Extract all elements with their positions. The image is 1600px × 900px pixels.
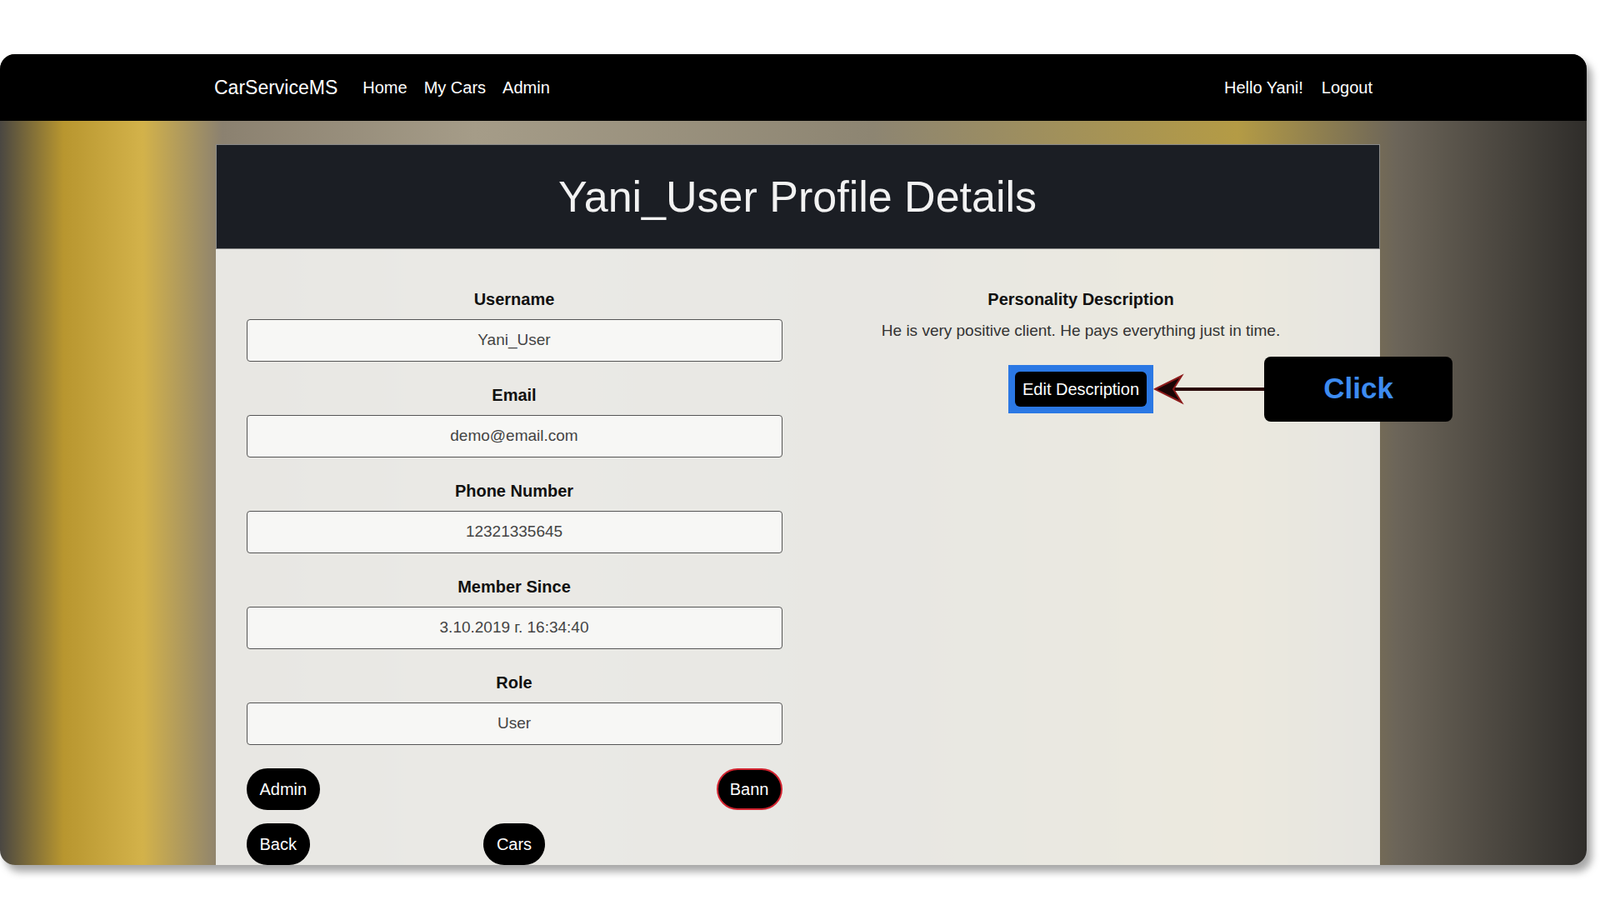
navbar-content: CarServiceMS Home My Cars Admin Hello Yani! L… xyxy=(214,54,1373,121)
field-label: Username xyxy=(246,289,783,310)
top-navbar: CarServiceMS Home My Cars Admin Hello Yani! L… xyxy=(0,54,1587,121)
back-button[interactable]: Back xyxy=(246,823,310,865)
page-title: Yani_User Profile Details xyxy=(558,170,1037,223)
button-row: Admin Bann xyxy=(246,768,783,810)
description-text: He is very positive client. He pays ever… xyxy=(782,319,1380,344)
field-label: Member Since xyxy=(246,576,783,597)
edit-highlight: Edit DescriptionClick xyxy=(1008,365,1154,414)
arrow-icon xyxy=(1153,372,1265,406)
user-area: Hello Yani! Logout xyxy=(1224,75,1373,100)
nav-link[interactable]: Admin xyxy=(502,75,550,100)
field-label: Email xyxy=(246,385,783,405)
panel-header: Yani_User Profile Details xyxy=(215,144,1380,250)
profile-fields: Username Email Phone Number Member Since Rol… xyxy=(246,289,783,865)
nav-link[interactable]: My Cars xyxy=(424,75,486,100)
field-input[interactable] xyxy=(246,606,783,650)
logout-link[interactable]: Logout xyxy=(1321,75,1373,100)
brand-link[interactable]: CarServiceMS xyxy=(214,73,338,103)
field-group: Member Since xyxy=(246,576,783,650)
field-input[interactable] xyxy=(246,702,783,745)
panel-body: Username Email Phone Number Member Since Rol… xyxy=(215,249,1380,865)
greeting-text: Hello Yani! xyxy=(1224,75,1304,100)
field-group: Username xyxy=(246,289,783,362)
field-input[interactable] xyxy=(246,319,783,362)
field-label: Role xyxy=(246,672,783,693)
nav-link[interactable]: Home xyxy=(362,75,407,100)
profile-panel: Yani_User Profile Details Username Email Ph… xyxy=(215,144,1380,865)
admin-button[interactable]: Admin xyxy=(246,768,321,810)
button-row: Back Cars xyxy=(246,823,783,865)
field-group: Role xyxy=(246,672,783,745)
browser-frame: CarServiceMS Home My Cars Admin Hello Yani! L… xyxy=(0,54,1587,865)
cars-button[interactable]: Cars xyxy=(483,823,545,865)
field-label: Phone Number xyxy=(246,480,783,501)
edit-description-button[interactable]: Edit Description xyxy=(1015,371,1147,407)
bann-button[interactable]: Bann xyxy=(716,768,783,810)
field-group: Email xyxy=(246,385,783,458)
field-group: Phone Number xyxy=(246,480,783,554)
field-input[interactable] xyxy=(246,510,783,554)
description-label: Personality Description xyxy=(782,289,1380,310)
field-input[interactable] xyxy=(246,415,783,458)
description-section: Personality Description He is very positi… xyxy=(782,289,1380,865)
click-label: Click xyxy=(1264,356,1453,422)
click-annotation: Click xyxy=(1153,356,1453,422)
